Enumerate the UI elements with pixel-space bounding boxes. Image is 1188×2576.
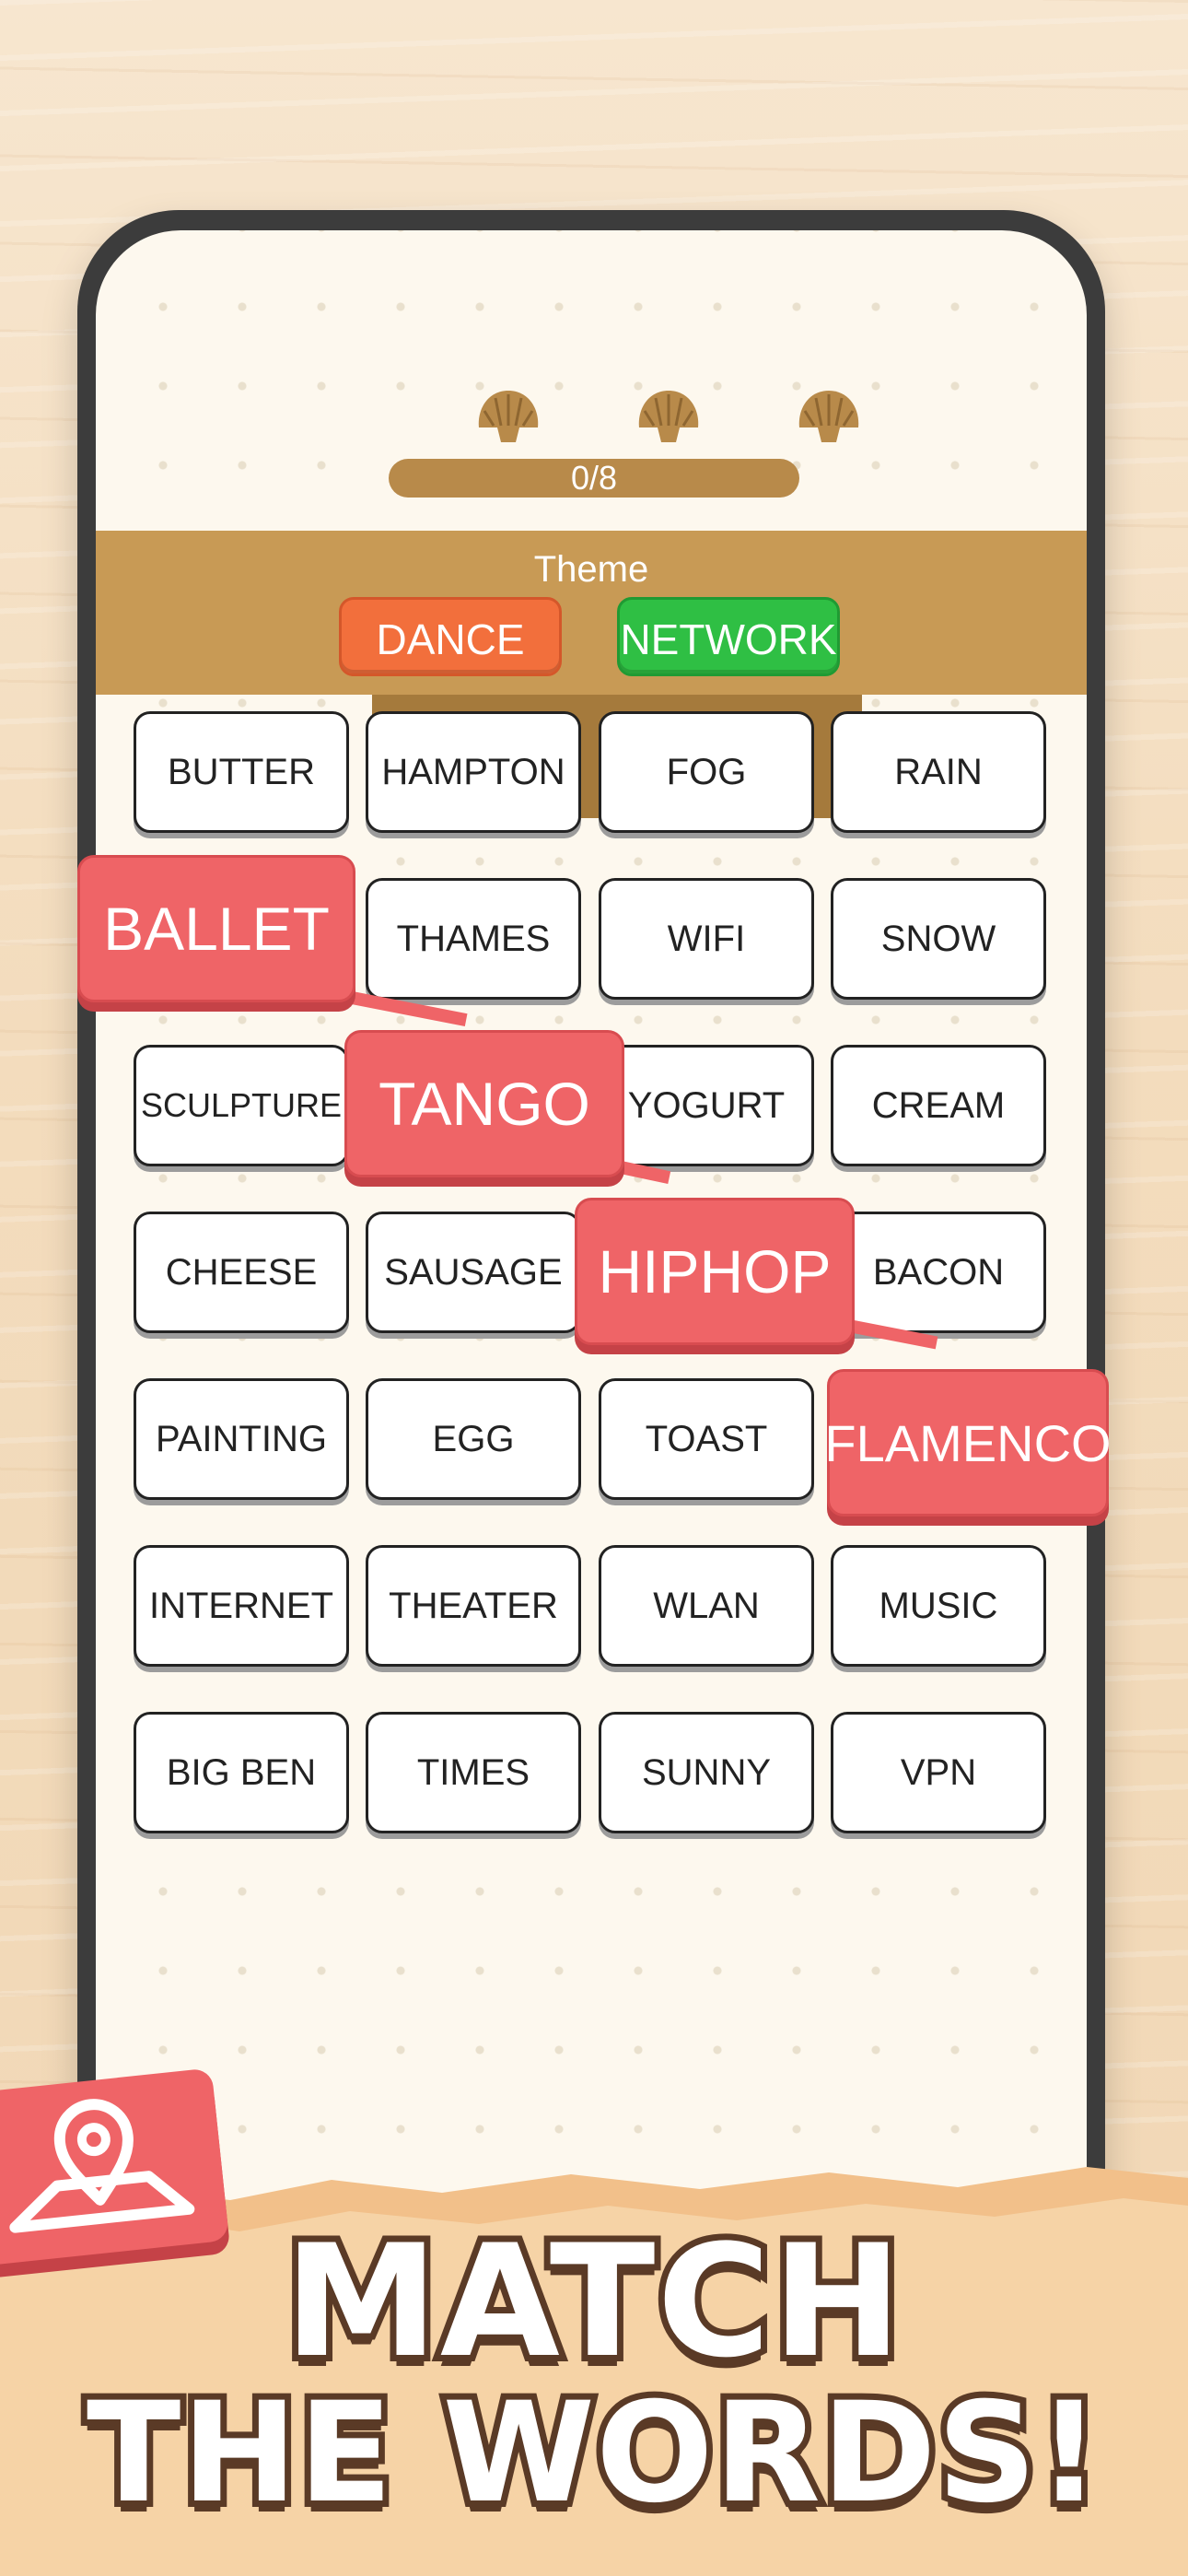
word-tile[interactable]: THAMES bbox=[366, 878, 581, 1000]
theme-chip-network[interactable]: NETWORK bbox=[617, 597, 840, 676]
shell-rating bbox=[96, 385, 1087, 459]
headline-line-2: THE WORDS! bbox=[80, 2367, 1107, 2540]
word-tile[interactable]: SCULPTURE bbox=[134, 1045, 349, 1166]
word-tile[interactable]: HAMPTON bbox=[366, 711, 581, 833]
word-tile[interactable]: TIMES bbox=[366, 1712, 581, 1833]
word-tile[interactable]: VPN bbox=[831, 1712, 1046, 1833]
word-tile[interactable]: WIFI bbox=[599, 878, 814, 1000]
word-tile[interactable]: SAUSAGE bbox=[366, 1212, 581, 1333]
word-tile[interactable]: THEATER bbox=[366, 1545, 581, 1667]
word-tile[interactable]: BUTTER bbox=[134, 711, 349, 833]
selected-word-tile[interactable]: HIPHOP bbox=[575, 1198, 855, 1345]
shell-icon bbox=[638, 391, 699, 442]
word-tile[interactable]: FOG bbox=[599, 711, 814, 833]
selected-word-tile[interactable]: FLAMENCO bbox=[824, 1369, 1112, 1516]
word-tile[interactable]: SUNNY bbox=[599, 1712, 814, 1833]
shell-icon bbox=[798, 391, 859, 442]
shell-icon bbox=[478, 391, 539, 442]
theme-bar: Theme DANCE NETWORK bbox=[96, 531, 1087, 695]
word-tile[interactable]: TOAST bbox=[599, 1378, 814, 1500]
word-tile[interactable]: BACON bbox=[831, 1212, 1046, 1333]
selected-word-tile[interactable]: BALLET bbox=[77, 855, 355, 1002]
selected-word-tile[interactable]: TANGO bbox=[344, 1030, 624, 1177]
word-tile[interactable]: BIG BEN bbox=[134, 1712, 349, 1833]
word-tile[interactable]: MUSIC bbox=[831, 1545, 1046, 1667]
word-tile[interactable]: YOGURT bbox=[599, 1045, 814, 1166]
progress-text: 0/8 bbox=[570, 459, 618, 497]
word-tile[interactable]: PAINTING bbox=[134, 1378, 349, 1500]
headline-line-1: MATCH bbox=[278, 2205, 909, 2398]
theme-chip-dance[interactable]: DANCE bbox=[339, 597, 562, 676]
theme-label: Theme bbox=[533, 549, 649, 590]
word-tile[interactable]: EGG bbox=[366, 1378, 581, 1500]
word-tile[interactable]: CREAM bbox=[831, 1045, 1046, 1166]
word-tile[interactable]: SNOW bbox=[831, 878, 1046, 1000]
word-tile[interactable]: INTERNET bbox=[134, 1545, 349, 1667]
word-tile[interactable]: CHEESE bbox=[134, 1212, 349, 1333]
progress-bar: 0/8 bbox=[389, 459, 799, 498]
word-tile[interactable]: WLAN bbox=[599, 1545, 814, 1667]
word-tile[interactable]: RAIN bbox=[831, 711, 1046, 833]
